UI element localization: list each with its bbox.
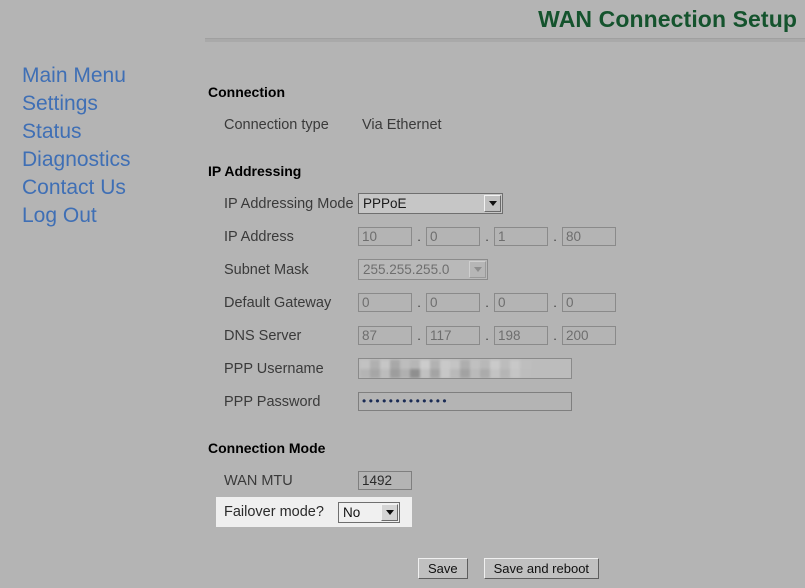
subnet-mask-value: 255.255.255.0: [363, 262, 450, 277]
subnet-mask-label: Subnet Mask: [224, 261, 309, 278]
ip-address-octet-3[interactable]: [494, 227, 548, 246]
ip-addressing-mode-label: IP Addressing Mode: [224, 195, 354, 212]
default-gateway-separator-2: .: [485, 295, 489, 310]
ppp-password-field[interactable]: [358, 392, 572, 411]
ip-address-octet-4[interactable]: [562, 227, 616, 246]
sidebar-item-log-out[interactable]: Log Out: [22, 202, 192, 230]
connection-mode-section-heading: Connection Mode: [208, 440, 326, 456]
sidebar-item-status[interactable]: Status: [22, 118, 192, 146]
sidebar-item-settings[interactable]: Settings: [22, 90, 192, 118]
ppp-password-row: PPP Password: [208, 385, 805, 418]
save-button[interactable]: Save: [418, 558, 468, 579]
wan-mtu-field[interactable]: [358, 471, 412, 490]
dns-server-octet-1[interactable]: [358, 326, 412, 345]
default-gateway-label: Default Gateway: [224, 294, 332, 311]
ip-address-octet-1[interactable]: [358, 227, 412, 246]
dns-server-octet-3[interactable]: [494, 326, 548, 345]
ip-address-separator-2: .: [485, 229, 489, 244]
ppp-username-field[interactable]: [358, 358, 572, 379]
ppp-username-label: PPP Username: [224, 360, 324, 377]
dns-server-octet-4[interactable]: [562, 326, 616, 345]
connection-section-heading: Connection: [208, 84, 285, 100]
save-and-reboot-button[interactable]: Save and reboot: [483, 558, 600, 579]
default-gateway-octet-2[interactable]: [426, 293, 480, 312]
dns-server-separator-3: .: [553, 328, 557, 343]
default-gateway-row: Default Gateway . . .: [208, 286, 805, 319]
settings-form: Connection Connection type Via Ethernet …: [208, 84, 805, 527]
connection-type-value: Via Ethernet: [362, 116, 442, 133]
redaction-blur: [360, 360, 532, 378]
dns-server-separator-2: .: [485, 328, 489, 343]
ip-addressing-mode-value: PPPoE: [363, 196, 407, 211]
ip-address-label: IP Address: [224, 228, 294, 245]
ip-addressing-section-heading: IP Addressing: [208, 163, 302, 179]
chevron-down-icon[interactable]: [469, 261, 486, 278]
default-gateway-separator-3: .: [553, 295, 557, 310]
sidebar-item-contact-us[interactable]: Contact Us: [22, 174, 192, 202]
ip-addressing-mode-row: IP Addressing Mode PPPoE: [208, 187, 805, 220]
subnet-mask-row: Subnet Mask 255.255.255.0: [208, 253, 805, 286]
sidebar-nav: Main Menu Settings Status Diagnostics Co…: [22, 62, 192, 230]
failover-mode-label: Failover mode?: [224, 504, 324, 520]
wan-mtu-label: WAN MTU: [224, 472, 293, 489]
ip-address-row: IP Address . . .: [208, 220, 805, 253]
wan-connection-setup-page: WAN Connection Setup Main Menu Settings …: [0, 0, 805, 588]
ip-address-octet-2[interactable]: [426, 227, 480, 246]
subnet-mask-select[interactable]: 255.255.255.0: [358, 259, 488, 280]
header-divider: [205, 38, 805, 42]
ppp-password-label: PPP Password: [224, 393, 321, 410]
default-gateway-separator-1: .: [417, 295, 421, 310]
dns-server-row: DNS Server . . .: [208, 319, 805, 352]
sidebar-item-main-menu[interactable]: Main Menu: [22, 62, 192, 90]
failover-mode-select[interactable]: No: [338, 501, 400, 523]
connection-type-label: Connection type: [224, 116, 329, 133]
page-title: WAN Connection Setup: [538, 6, 797, 32]
default-gateway-octet-4[interactable]: [562, 293, 616, 312]
default-gateway-octet-3[interactable]: [494, 293, 548, 312]
form-actions: Save Save and reboot: [418, 558, 600, 579]
dns-server-separator-1: .: [417, 328, 421, 343]
failover-mode-value: No: [343, 504, 361, 520]
dns-server-label: DNS Server: [224, 327, 302, 344]
connection-type-row: Connection type Via Ethernet: [208, 108, 805, 141]
sidebar-item-diagnostics[interactable]: Diagnostics: [22, 146, 192, 174]
ppp-username-row: PPP Username: [208, 352, 805, 385]
failover-mode-row: Failover mode? No: [216, 497, 412, 527]
chevron-down-icon[interactable]: [484, 195, 501, 212]
chevron-down-icon[interactable]: [381, 503, 398, 521]
wan-mtu-row: WAN MTU: [208, 464, 805, 497]
ip-address-separator-1: .: [417, 229, 421, 244]
dns-server-octet-2[interactable]: [426, 326, 480, 345]
ip-address-separator-3: .: [553, 229, 557, 244]
ip-addressing-mode-select[interactable]: PPPoE: [358, 193, 503, 214]
default-gateway-octet-1[interactable]: [358, 293, 412, 312]
